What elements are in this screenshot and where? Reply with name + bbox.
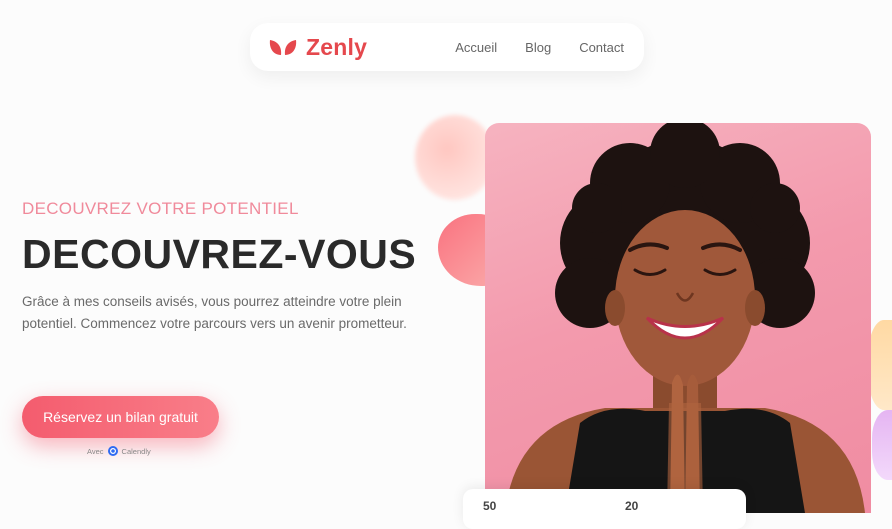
nav-link-blog[interactable]: Blog <box>525 40 551 55</box>
hero-headline: DECOUVREZ-VOUS <box>22 231 417 277</box>
brand-logo[interactable]: Zenly <box>268 34 367 61</box>
leaf-logo-icon <box>269 40 297 55</box>
calendly-name: Calendly <box>121 446 151 456</box>
calendly-icon <box>107 446 118 456</box>
decorative-blob-purple <box>872 410 892 480</box>
decorative-blob-yellow <box>868 320 892 410</box>
calendly-credit[interactable]: Avec Calendly <box>87 446 151 456</box>
woman-illustration <box>505 123 865 513</box>
stats-card: 50 20 <box>463 489 746 529</box>
decorative-blob-peach <box>415 115 495 200</box>
stat-value-1: 50 <box>483 499 497 513</box>
calendly-prefix: Avec <box>87 446 104 456</box>
hero-eyebrow: DECOUVREZ VOTRE POTENTIEL <box>22 199 299 218</box>
nav-link-accueil[interactable]: Accueil <box>455 40 497 55</box>
hero-description: Grâce à mes conseils avisés, vous pourre… <box>22 294 407 331</box>
stat-value-2: 20 <box>625 499 639 513</box>
nav-links: Accueil Blog Contact <box>455 40 624 55</box>
brand-name: Zenly <box>306 33 368 60</box>
nav-link-contact[interactable]: Contact <box>579 40 624 55</box>
woman-praying-photo <box>485 123 871 513</box>
top-navigation: Zenly Accueil Blog Contact <box>250 23 644 71</box>
book-free-assessment-button[interactable]: Réservez un bilan gratuit <box>22 396 219 438</box>
